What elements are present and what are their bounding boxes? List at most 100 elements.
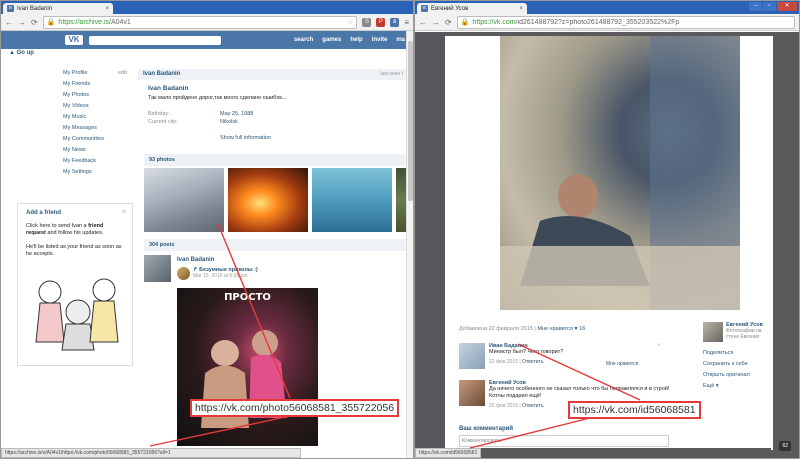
posts-header[interactable]: 304 posts <box>144 239 407 251</box>
comment-like[interactable]: Мне нравится <box>606 361 638 367</box>
url-path: /A04v1 <box>109 18 131 26</box>
sidebar-item-photos[interactable]: My Photos <box>63 92 104 103</box>
url-path: /id261488792?z=photo261488792_355203522%… <box>515 18 680 26</box>
close-window-icon[interactable]: ✕ <box>777 2 797 11</box>
address-bar-row: ← → ⟳ 🔒 https://archive.is/A04v1 ☆ S P в… <box>1 14 413 31</box>
close-tab-icon[interactable]: × <box>519 6 523 12</box>
menu-help[interactable]: help <box>350 37 362 43</box>
url-input[interactable]: 🔒 https://vk.com/id261488792?z=photo2614… <box>456 15 795 29</box>
delete-comment-icon[interactable]: × <box>657 343 661 349</box>
comment-date[interactable]: 22 фев 2015 <box>489 403 518 409</box>
avatar[interactable] <box>459 380 485 406</box>
close-icon[interactable]: × <box>122 209 126 216</box>
photo-car[interactable] <box>144 168 224 232</box>
comment-input[interactable]: Комментировать... <box>459 435 669 447</box>
action-list: Поделиться Сохранить к себе Открыть ориг… <box>703 348 773 392</box>
hospital-photo[interactable] <box>500 36 740 310</box>
go-up-link[interactable]: ▲ Go up <box>9 50 34 56</box>
menu-ma[interactable]: ma <box>396 37 405 43</box>
add-friend-box: × Add a friend Click here to send Ivan a… <box>17 203 133 366</box>
menu-search[interactable]: search <box>294 37 313 43</box>
sidebar-item-feedback[interactable]: My Feedback <box>63 158 104 169</box>
vertical-scrollbar[interactable] <box>406 31 413 458</box>
photo-sidebar: Евгений Усов Фотографии на стене Евгения… <box>703 322 773 392</box>
vk-extension-icon[interactable]: в <box>390 17 400 27</box>
close-tab-icon[interactable]: × <box>105 6 109 12</box>
reply-link[interactable]: Ответить <box>522 403 543 409</box>
menu-invite[interactable]: invite <box>372 37 388 43</box>
sidebar-item-profile[interactable]: My Profile <box>63 70 104 81</box>
counter-badge: 62 <box>779 441 791 451</box>
photo-tank[interactable] <box>228 168 308 232</box>
birthday-value[interactable]: May 25, 1988 <box>220 111 253 119</box>
edit-link[interactable]: edit <box>118 70 127 76</box>
star-icon[interactable]: ☆ <box>347 18 353 26</box>
vk-logo-icon[interactable]: VK <box>65 35 83 45</box>
post-image[interactable]: ПРОСТО <box>177 288 318 446</box>
like-link[interactable]: Мне нравится <box>537 326 573 332</box>
lock-icon: 🔒 <box>460 19 470 26</box>
browser-window-left: в Ivan Badanin × ← → ⟳ 🔒 https://archive… <box>0 0 414 459</box>
extension-icon[interactable]: S <box>362 17 372 27</box>
profile-header: Ivan Badanin last seen t <box>138 69 408 80</box>
repost-avatar[interactable] <box>177 267 190 280</box>
sidebar-item-friends[interactable]: My Friends <box>63 81 104 92</box>
show-full-info-link[interactable]: Show full information <box>220 135 408 141</box>
your-comment-label: Ваш комментарий <box>459 426 514 432</box>
photos-header[interactable]: 93 photos <box>144 154 407 166</box>
reload-icon[interactable]: ⟳ <box>445 18 452 27</box>
more-link[interactable]: Ещё ▾ <box>703 381 773 392</box>
menu-games[interactable]: games <box>322 37 341 43</box>
search-input[interactable] <box>89 36 221 45</box>
sidebar-item-news[interactable]: My News <box>63 147 104 158</box>
dimmed-background-left[interactable] <box>415 32 445 458</box>
pocket-icon[interactable]: P <box>376 17 386 27</box>
avatar[interactable] <box>144 255 171 282</box>
heart-icon[interactable]: ♥ <box>574 326 577 332</box>
comment: Иван Баданин Министр был? Чего говорит? … <box>459 343 679 369</box>
profile-name: Ivan Badanin <box>148 85 189 92</box>
avatar[interactable] <box>703 322 723 342</box>
url-host: https://vk.com <box>472 18 516 26</box>
city-value[interactable]: Nikolsk <box>220 119 238 127</box>
photo-child[interactable] <box>312 168 392 232</box>
photo-strip <box>144 168 413 232</box>
forward-icon[interactable]: → <box>18 18 26 27</box>
back-icon[interactable]: ← <box>5 18 13 27</box>
maximize-icon[interactable]: ▫ <box>763 2 776 11</box>
browser-tab[interactable]: в Евгений Усов × <box>417 3 527 14</box>
dimmed-background-bottom <box>445 448 771 458</box>
forward-icon[interactable]: → <box>432 18 440 27</box>
friends-illustration <box>35 278 119 351</box>
comment-date[interactable]: 22 фев 2015 <box>489 359 518 365</box>
menu-icon[interactable]: ≡ <box>404 18 409 27</box>
birthday-label: Birthday: <box>148 111 170 117</box>
reply-link[interactable]: Ответить <box>522 359 543 365</box>
photo-meta: Добавлена 22 февраля 2015 | Мне нравится… <box>459 326 586 332</box>
sidebar-item-music[interactable]: My Music <box>63 114 104 125</box>
minimize-icon[interactable]: – <box>749 2 762 11</box>
title-bar: в Ivan Badanin × <box>1 1 413 14</box>
url-input[interactable]: 🔒 https://archive.is/A04v1 ☆ <box>42 15 358 29</box>
share-link[interactable]: Поделиться <box>703 348 773 359</box>
sidebar-item-videos[interactable]: My Videos <box>63 103 104 114</box>
reload-icon[interactable]: ⟳ <box>31 18 38 27</box>
photo-viewer: Добавлена 22 февраля 2015 | Мне нравится… <box>445 36 773 450</box>
open-original-link[interactable]: Открыть оригинал <box>703 370 773 381</box>
browser-tab[interactable]: в Ivan Badanin × <box>3 3 113 14</box>
repost-date[interactable]: Mar 15, 2015 at 6:26 pm <box>193 273 258 279</box>
avatar[interactable] <box>459 343 485 369</box>
sidebar-item-settings[interactable]: My Settings <box>63 169 104 180</box>
dimmed-background-right[interactable] <box>771 32 799 458</box>
comment-text: Министр был? Чего говорит? <box>489 349 564 355</box>
status-bar-url: https://archive.is/o/A04v1/https://vk.co… <box>1 448 301 458</box>
save-link[interactable]: Сохранить к себе <box>703 359 773 370</box>
sidebar-item-messages[interactable]: My Messages <box>63 125 104 136</box>
meme-figures <box>201 330 287 428</box>
add-friend-note: He'll be listed as your friend as soon a… <box>26 244 122 257</box>
post-author[interactable]: Ivan Badanin <box>177 257 214 263</box>
sidebar-menu: My Profile My Friends My Photos My Video… <box>63 70 104 180</box>
sidebar-item-communities[interactable]: My Communities <box>63 136 104 147</box>
chevron-down-icon: ▾ <box>715 383 719 389</box>
back-icon[interactable]: ← <box>419 18 427 27</box>
